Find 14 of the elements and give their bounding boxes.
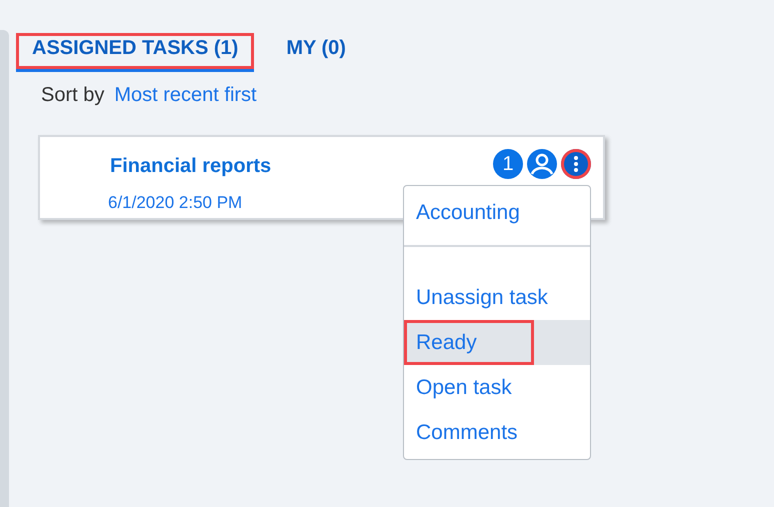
menu-item[interactable]: Unassign task — [404, 275, 548, 320]
tab[interactable]: ASSIGNED TASKS (1) — [16, 33, 254, 72]
sort-dropdown[interactable]: Most recent first — [114, 80, 257, 110]
menu-item[interactable]: Accounting — [404, 190, 520, 235]
task-date: 6/1/2020 2:50 PM — [108, 192, 242, 214]
more-button[interactable] — [561, 149, 591, 179]
task-title[interactable]: Financial reports — [110, 151, 272, 181]
more-icon — [574, 156, 578, 172]
user-icon[interactable] — [527, 149, 557, 179]
count-badge: 1 — [493, 149, 523, 179]
tab[interactable]: MY (0) — [284, 33, 348, 72]
sort-label: Sort by — [41, 83, 104, 108]
menu-item[interactable]: Open task — [404, 365, 512, 410]
menu-item[interactable]: Comments — [404, 410, 518, 455]
